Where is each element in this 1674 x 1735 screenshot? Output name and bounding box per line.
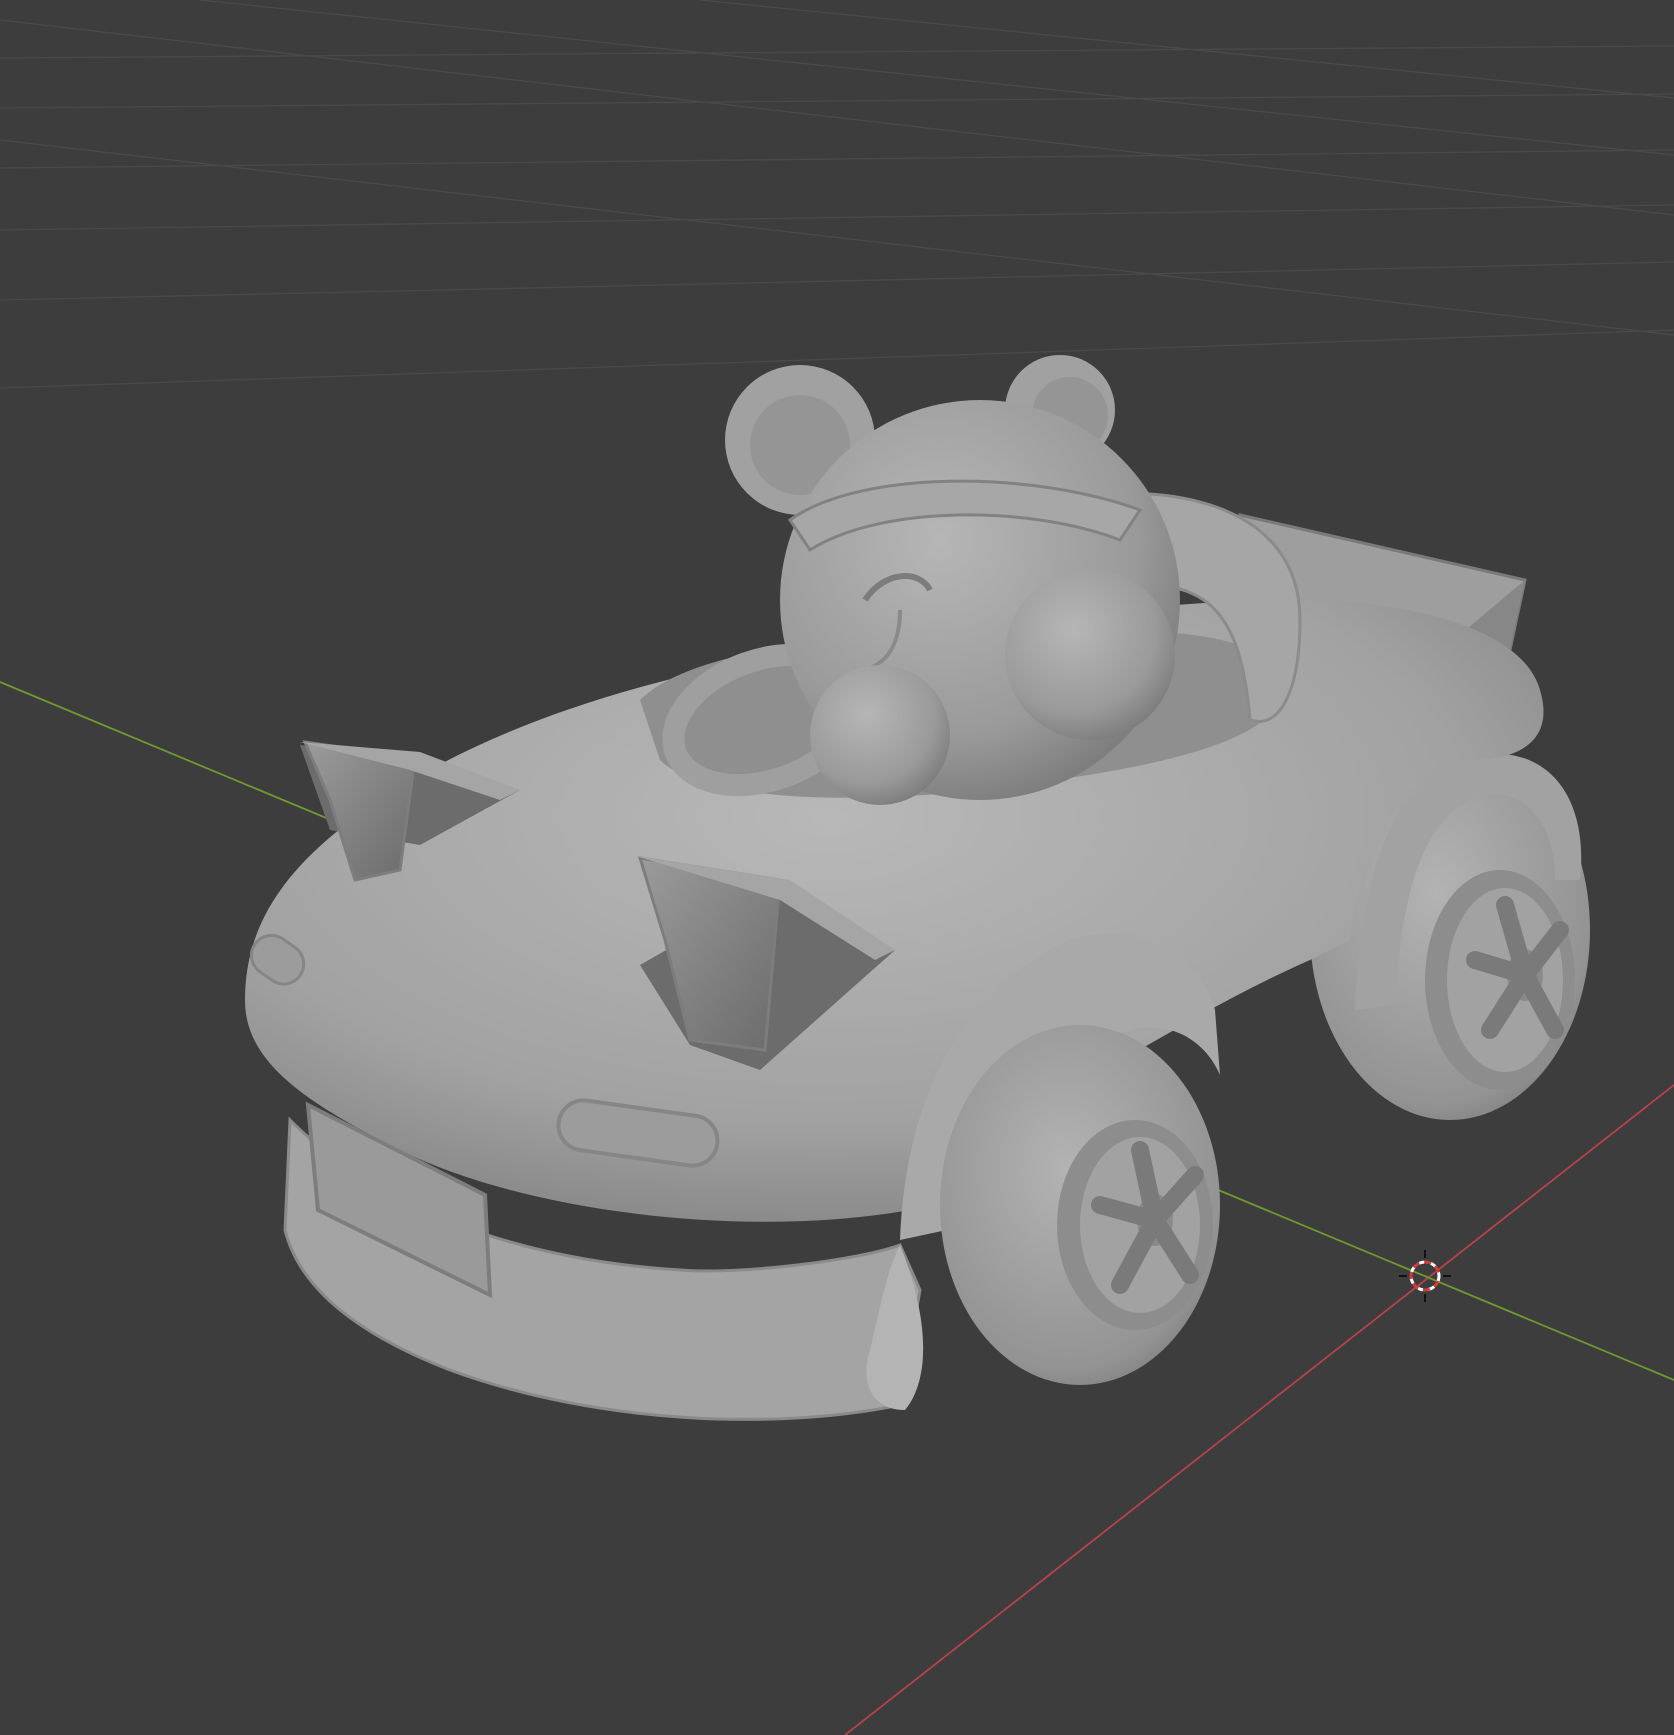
floor-grid	[0, 0, 1674, 389]
3d-viewport[interactable]	[0, 0, 1674, 1735]
car-model[interactable]	[244, 355, 1590, 1421]
front-wheel	[940, 1025, 1220, 1385]
viewport-scene[interactable]	[0, 0, 1674, 1735]
